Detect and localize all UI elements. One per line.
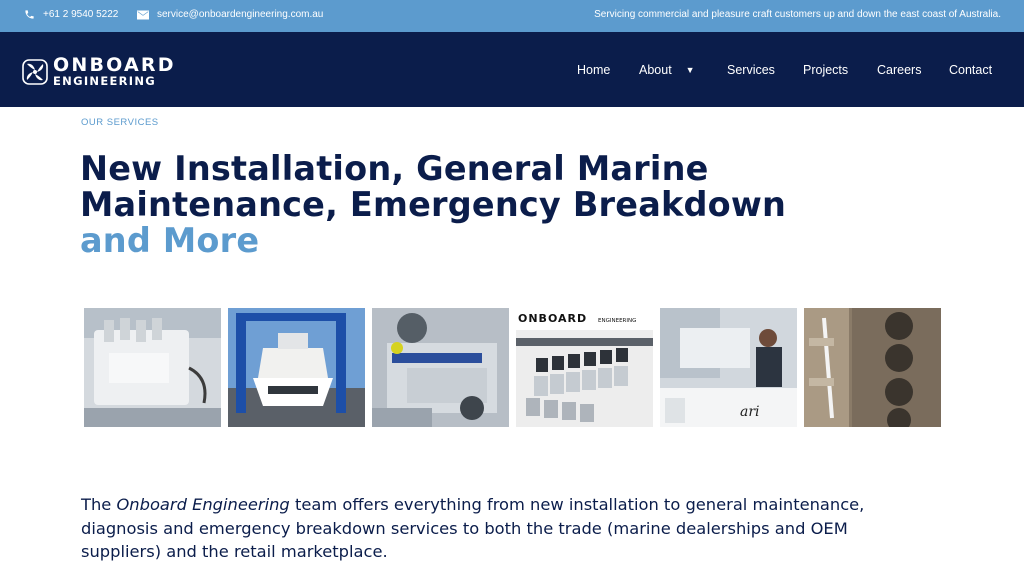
technician-photo[interactable]: ari xyxy=(660,308,797,427)
photo-subbrand-text: ENGINEERING xyxy=(598,318,636,324)
phone-icon xyxy=(25,10,34,19)
email-address[interactable]: service@onboardengineering.com.au xyxy=(157,9,323,20)
title-accent: and More xyxy=(80,221,260,260)
site-logo[interactable]: ONBOARD ENGINEERING xyxy=(22,56,176,88)
nav-services[interactable]: Services xyxy=(727,63,775,77)
boat-lift-photo[interactable] xyxy=(228,308,365,427)
company-name: Onboard Engineering xyxy=(116,495,290,514)
section-eyebrow: OUR SERVICES xyxy=(81,117,159,128)
title-line-2: Maintenance, Emergency Breakdown xyxy=(80,185,787,224)
tagline: Servicing commercial and pleasure craft … xyxy=(594,9,1001,20)
logo-wordmark: ONBOARD xyxy=(53,54,176,76)
intro-text-before: The xyxy=(81,495,117,514)
logo-subword: ENGINEERING xyxy=(53,74,157,88)
pistons-photo[interactable]: ONBOARD ENGINEERING xyxy=(516,308,653,427)
nav-about[interactable]: About ▼ xyxy=(639,63,695,77)
svg-text:ari: ari xyxy=(740,404,760,420)
nav-contact[interactable]: Contact xyxy=(949,63,992,77)
caret-down-icon[interactable]: ▼ xyxy=(686,65,695,75)
engine-room-photo[interactable] xyxy=(372,308,509,427)
photo-brand-text: ONBOARD xyxy=(518,312,587,325)
phone-contact[interactable]: +61 2 9540 5222 xyxy=(24,9,118,20)
main-navigation: ONBOARD ENGINEERING Home About ▼ Services… xyxy=(0,32,1024,107)
engine-photo[interactable] xyxy=(84,308,221,427)
envelope-icon xyxy=(137,10,149,19)
phone-number[interactable]: +61 2 9540 5222 xyxy=(43,9,118,20)
nav-home[interactable]: Home xyxy=(577,63,610,77)
nav-careers[interactable]: Careers xyxy=(877,63,921,77)
title-line-1: New Installation, General Marine xyxy=(80,149,709,188)
email-contact[interactable]: service@onboardengineering.com.au xyxy=(137,9,323,20)
engine-block-photo[interactable] xyxy=(804,308,941,427)
services-gallery: ONBOARD ENGINEERING ari xyxy=(84,308,941,427)
top-info-bar: +61 2 9540 5222 service@onboardengineeri… xyxy=(0,0,1024,32)
page-title: New Installation, General Marine Mainten… xyxy=(80,151,786,259)
nav-about-label[interactable]: About xyxy=(639,63,672,77)
propeller-logo-icon xyxy=(22,58,48,85)
nav-projects[interactable]: Projects xyxy=(803,63,848,77)
intro-paragraph: The Onboard Engineering team offers ever… xyxy=(81,493,881,564)
